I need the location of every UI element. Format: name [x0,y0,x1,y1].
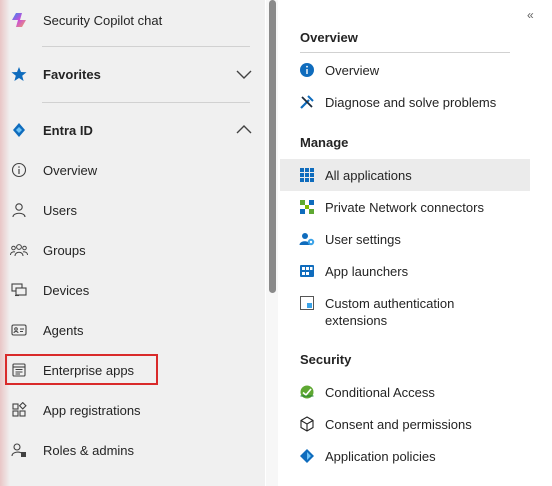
menu-item-label: Overview [325,63,380,78]
section-title-overview: Overview [300,30,358,45]
user-settings-icon [299,231,315,247]
nav-item-users[interactable]: Users [0,190,265,230]
copilot-icon [10,11,28,29]
nav-item-label: Users [43,202,77,218]
info-filled-icon [299,62,315,78]
menu-item-label: Diagnose and solve problems [325,95,497,110]
menu-item-private-network-connectors[interactable]: Private Network connectors [280,191,530,223]
favorites-label: Favorites [43,66,101,82]
nav-item-label: App registrations [43,402,141,418]
menu-item-label: Application policies [325,449,436,464]
user-icon [10,201,28,219]
nav-group-entra-id[interactable]: Entra ID [0,110,265,150]
nav-item-agents[interactable]: Agents [0,310,265,350]
menu-item-overview[interactable]: Overview [280,54,530,86]
entra-id-label: Entra ID [43,122,93,138]
nav-item-label: Agents [43,322,84,338]
menu-item-label: Conditional Access [325,385,435,400]
app-registrations-icon [10,401,28,419]
nav-item-overview[interactable]: Overview [0,150,265,190]
collapse-menu-icon[interactable]: « [527,8,534,22]
nav-scrollbar-thumb[interactable] [269,0,276,293]
nav-item-label: Devices [43,282,90,298]
section-title-manage: Manage [300,135,349,150]
roles-admins-icon [10,441,28,459]
menu-item-label: Consent and permissions [325,417,472,432]
application-policies-icon [299,448,315,464]
section-divider [300,52,510,53]
custom-extension-icon [299,295,315,311]
menu-item-label: App launchers [325,264,409,279]
network-connector-icon [299,199,315,215]
menu-item-application-policies[interactable]: Application policies [280,440,530,472]
section-title-security: Security [300,352,352,367]
app-launcher-icon [299,263,315,279]
cube-icon [299,416,315,432]
info-icon [10,161,28,179]
nav-item-label: Groups [43,242,86,258]
menu-item-consent-permissions[interactable]: Consent and permissions [280,408,530,440]
menu-item-label: Custom authentication extensions [325,296,455,328]
nav-item-security-copilot[interactable]: Security Copilot chat [0,0,265,40]
menu-item-user-settings[interactable]: User settings [280,223,530,255]
nav-divider [42,102,250,103]
nav-item-label: Security Copilot chat [43,12,163,28]
nav-item-label: Overview [43,162,98,178]
highlight-annotation [5,354,158,385]
menu-item-label: User settings [325,232,401,247]
menu-item-diagnose-solve[interactable]: Diagnose and solve problems [280,86,530,118]
menu-item-label: All applications [325,168,412,183]
menu-item-conditional-access[interactable]: Conditional Access [280,376,530,408]
nav-item-groups[interactable]: Groups [0,230,265,270]
menu-item-app-launchers[interactable]: App launchers [280,255,530,287]
menu-item-all-applications[interactable]: All applications [280,159,530,191]
chevron-up-icon[interactable] [236,122,252,138]
menu-item-label: Private Network connectors [325,200,484,215]
devices-icon [10,281,28,299]
left-navigation: Security Copilot chat Favorites Entra ID… [0,0,265,486]
all-applications-grid-icon [299,167,315,183]
nav-item-label: Roles & admins [43,442,135,458]
nav-group-favorites[interactable]: Favorites [0,54,265,94]
conditional-access-icon [299,384,315,400]
star-icon [10,65,28,83]
nav-item-roles-admins[interactable]: Roles & admins [0,430,265,470]
group-icon [10,241,28,259]
tools-icon [299,94,315,110]
nav-divider [42,46,250,47]
chevron-down-icon[interactable] [236,66,252,82]
nav-item-devices[interactable]: Devices [0,270,265,310]
entra-id-icon [10,121,28,139]
menu-item-custom-auth-extensions[interactable]: Custom authentication extensions [280,287,530,335]
nav-item-app-registrations[interactable]: App registrations [0,390,265,430]
agent-card-icon [10,321,28,339]
